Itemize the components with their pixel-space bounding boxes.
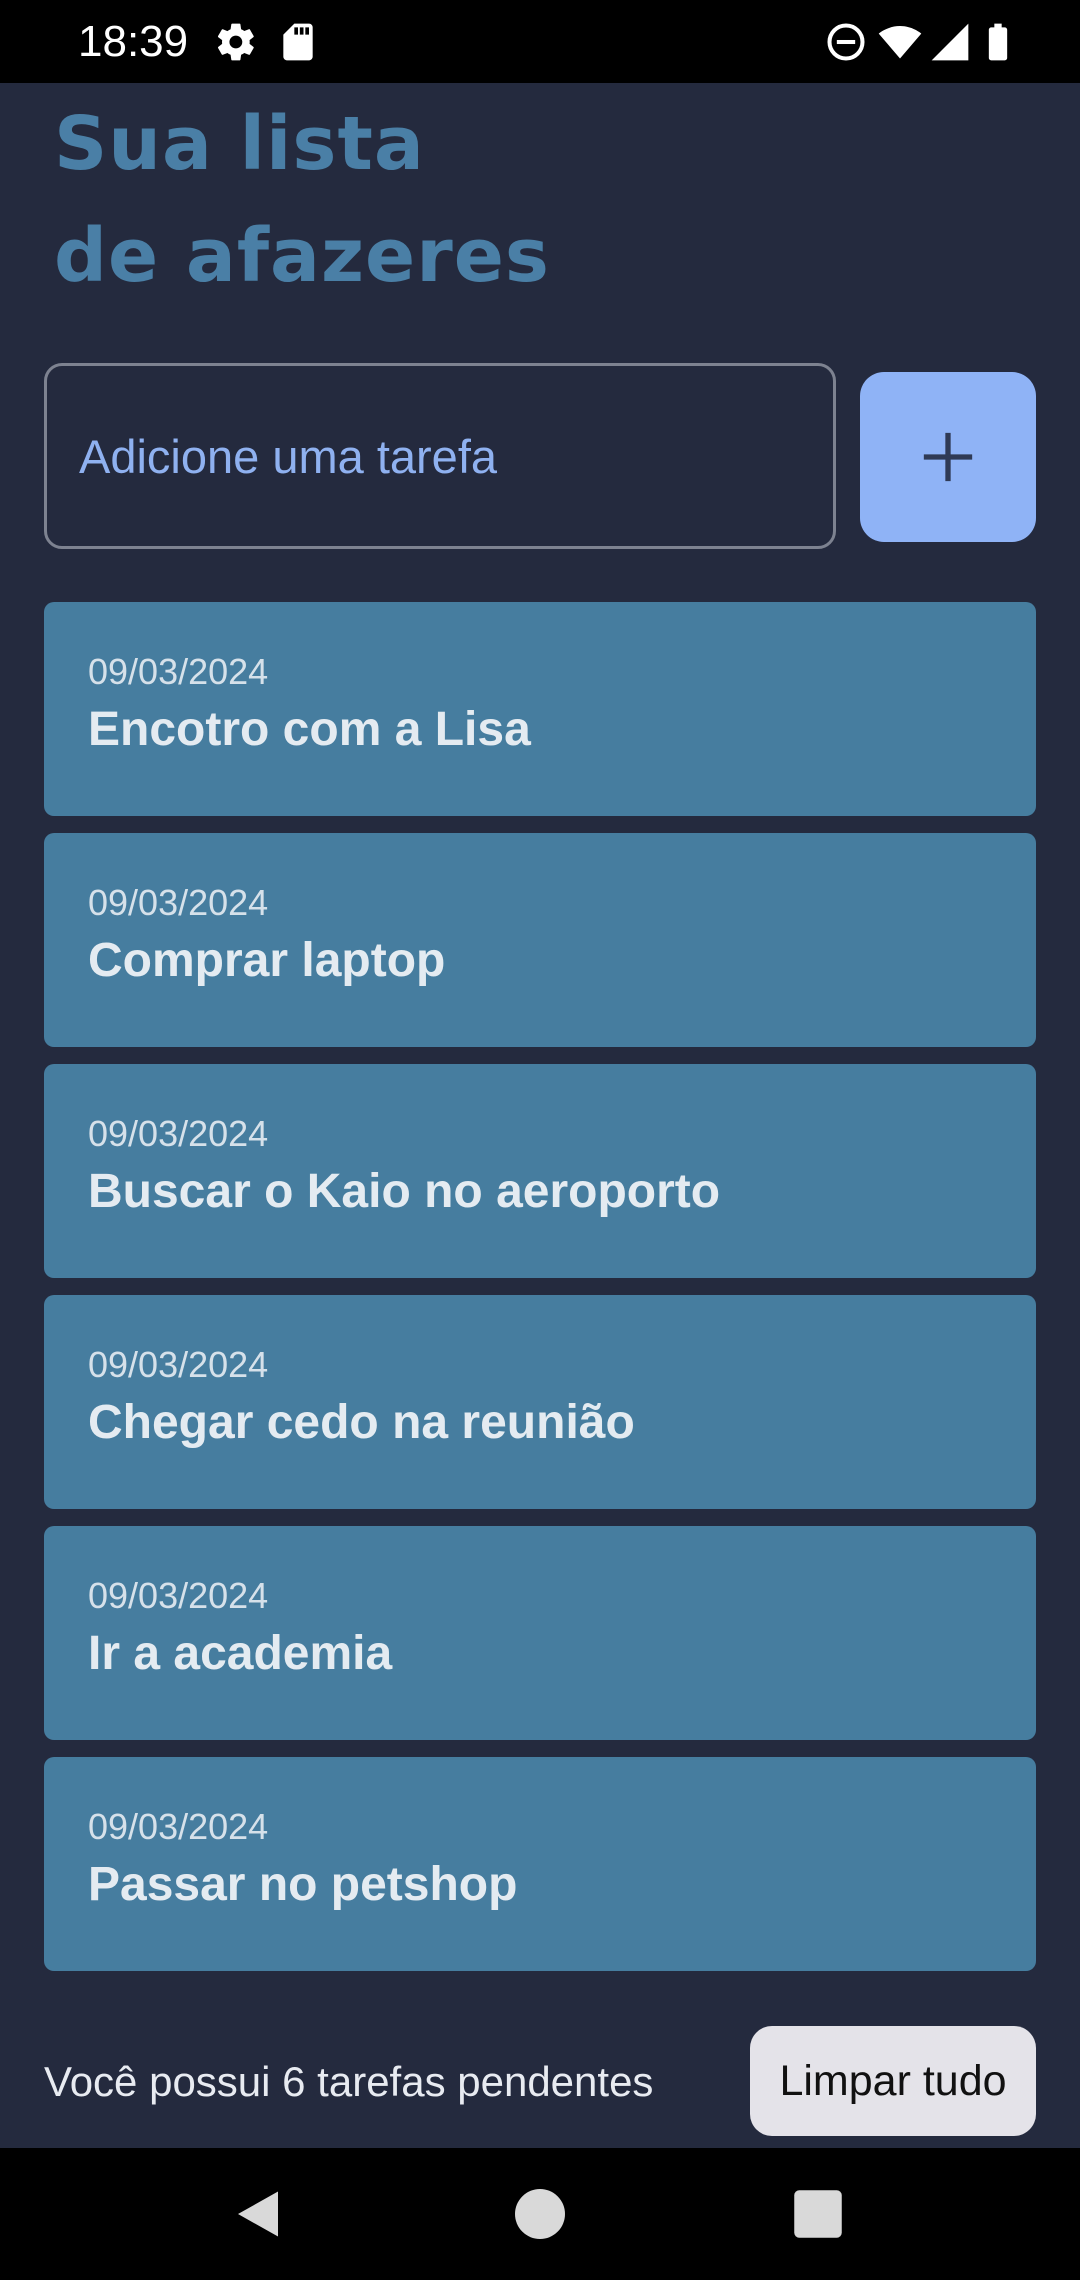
task-title: Comprar laptop: [88, 934, 446, 987]
home-icon[interactable]: [510, 2184, 570, 2244]
task-item[interactable]: 09/03/2024 Passar no petshop: [44, 1757, 1036, 1971]
add-task-button[interactable]: [860, 372, 1036, 542]
task-title: Buscar o Kaio no aeroporto: [88, 1165, 721, 1218]
task-list: 09/03/2024 Encotro com a Lisa 09/03/2024…: [44, 602, 1036, 1988]
pending-count-text: Você possui 6 tarefas pendentes: [44, 2058, 654, 2105]
task-date: 09/03/2024: [88, 1575, 269, 1616]
task-date: 09/03/2024: [88, 1113, 269, 1154]
system-nav-bar: [0, 2148, 1080, 2280]
page-title: Sua lista de afazeres: [54, 88, 550, 312]
page-title-line-2: de afazeres: [54, 213, 550, 299]
task-item[interactable]: 09/03/2024 Encotro com a Lisa: [44, 602, 1036, 816]
task-item[interactable]: 09/03/2024 Ir a academia: [44, 1526, 1036, 1740]
task-title: Passar no petshop: [88, 1858, 518, 1911]
task-title: Chegar cedo na reunião: [88, 1396, 635, 1449]
signal-icon: [928, 20, 972, 64]
wifi-icon: [878, 20, 922, 64]
task-title: Ir a academia: [88, 1627, 393, 1680]
status-time: 18:39: [78, 17, 189, 66]
task-item[interactable]: 09/03/2024 Buscar o Kaio no aeroporto: [44, 1064, 1036, 1278]
task-input[interactable]: [44, 363, 836, 549]
sd-card-icon: [276, 20, 320, 64]
status-bar: 18:39: [0, 0, 1080, 83]
page-title-line-1: Sua lista: [54, 101, 425, 187]
task-item[interactable]: 09/03/2024 Chegar cedo na reunião: [44, 1295, 1036, 1509]
task-title: Encotro com a Lisa: [88, 703, 531, 756]
recents-icon[interactable]: [788, 2184, 848, 2244]
clear-all-button[interactable]: Limpar tudo: [750, 2026, 1036, 2136]
settings-icon: [214, 20, 258, 64]
app-screen: 18:39 Sua lista de afazeres Adicione uma…: [0, 0, 1080, 2280]
do-not-disturb-icon: [824, 20, 868, 64]
task-date: 09/03/2024: [88, 1344, 269, 1385]
task-item[interactable]: 09/03/2024 Comprar laptop: [44, 833, 1036, 1047]
plus-icon: [923, 432, 973, 482]
task-date: 09/03/2024: [88, 882, 269, 923]
battery-icon: [976, 20, 1020, 64]
back-icon[interactable]: [228, 2184, 288, 2244]
task-date: 09/03/2024: [88, 1806, 269, 1847]
task-date: 09/03/2024: [88, 651, 269, 692]
